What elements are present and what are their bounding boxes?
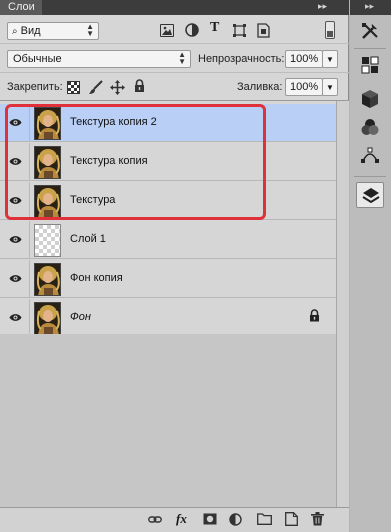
layer-name[interactable]: Текстура копия: [70, 155, 148, 167]
layer-thumbnail[interactable]: [34, 302, 61, 335]
visibility-eye-icon[interactable]: [0, 143, 30, 181]
lock-paint-icon[interactable]: [88, 80, 103, 98]
panel-dock-strip: ▸▸: [350, 0, 391, 532]
filter-row: ⌕ Вид ▲ ▼ T: [0, 16, 349, 44]
filter-kind-value: Вид: [20, 25, 41, 37]
image-filter-icon[interactable]: [160, 24, 174, 37]
link-layers-icon[interactable]: [148, 515, 162, 528]
adjustment-filter-icon[interactable]: [185, 23, 199, 40]
dock-top-bar: ▸▸: [350, 0, 391, 15]
visibility-eye-icon[interactable]: [0, 104, 30, 142]
visibility-eye-icon[interactable]: [0, 299, 30, 337]
panel-tab-bar: Слои ▸▸: [0, 0, 349, 15]
layer-name[interactable]: Фон: [70, 311, 91, 323]
visibility-eye-icon[interactable]: [0, 260, 30, 298]
new-group-icon[interactable]: [257, 513, 272, 528]
lock-move-icon[interactable]: [110, 80, 125, 98]
tab-layers[interactable]: Слои: [0, 0, 42, 15]
adjustment-layer-icon[interactable]: [229, 513, 243, 530]
layer-name[interactable]: Текстура: [70, 194, 115, 206]
lock-transparent-icon[interactable]: [67, 81, 80, 97]
lock-label: Закрепить:: [7, 81, 63, 93]
layer-list-scrollbar[interactable]: [336, 101, 349, 507]
layer-row[interactable]: Текстура копия: [0, 143, 336, 181]
select-updown-icon: ▲ ▼: [178, 50, 186, 66]
blend-row: Обычные ▲ ▼ Непрозрачность: 100% ▼: [0, 45, 349, 73]
visibility-eye-icon[interactable]: [0, 221, 30, 259]
shape-filter-icon[interactable]: [232, 23, 247, 41]
layer-row[interactable]: Слой 1: [0, 221, 336, 259]
fx-icon[interactable]: fx: [176, 511, 187, 527]
layer-row[interactable]: Текстура: [0, 182, 336, 220]
dock-separator: [354, 176, 386, 177]
delete-layer-icon[interactable]: [311, 512, 324, 529]
filter-toggle-switch[interactable]: [325, 21, 335, 39]
lock-row: Закрепить: Заливка: 100% ▼: [0, 74, 349, 101]
lock-all-icon[interactable]: [134, 79, 145, 96]
layers-panel: Слои ▸▸ ⌕ Вид ▲ ▼ T Обычные ▲ ▼ Непрозра…: [0, 0, 349, 532]
search-icon: ⌕: [12, 26, 18, 37]
fill-input[interactable]: 100%: [285, 78, 323, 96]
layer-name[interactable]: Фон копия: [70, 272, 123, 284]
filter-kind-select[interactable]: ⌕ Вид ▲ ▼: [7, 22, 99, 40]
layer-row[interactable]: Фон: [0, 299, 336, 337]
layer-thumbnail[interactable]: [34, 224, 61, 257]
opacity-label: Непрозрачность:: [198, 53, 285, 65]
layer-thumbnail[interactable]: [34, 107, 61, 140]
opacity-dropdown-button[interactable]: ▼: [322, 50, 338, 68]
paths-icon[interactable]: [356, 142, 384, 168]
opacity-input[interactable]: 100%: [285, 50, 323, 68]
select-updown-icon: ▲ ▼: [86, 22, 94, 38]
layers-panel-icon[interactable]: [356, 182, 384, 208]
collapse-panel-icon[interactable]: ▸▸: [318, 1, 327, 12]
dock-collapse-icon[interactable]: ▸▸: [365, 1, 374, 12]
layer-list-empty-area: [0, 334, 336, 507]
layer-row[interactable]: Фон копия: [0, 260, 336, 298]
type-filter-icon[interactable]: T: [210, 20, 219, 36]
smart-object-filter-icon[interactable]: [256, 23, 271, 41]
layer-thumbnail[interactable]: [34, 146, 61, 179]
tools-icon[interactable]: [356, 18, 384, 44]
visibility-eye-icon[interactable]: [0, 182, 30, 220]
fill-dropdown-button[interactable]: ▼: [322, 78, 338, 96]
add-mask-icon[interactable]: [203, 513, 217, 528]
layers-bottom-bar: fx: [0, 507, 349, 532]
new-layer-icon[interactable]: [285, 512, 298, 529]
fill-label: Заливка:: [237, 81, 283, 93]
swatches-icon[interactable]: [356, 52, 384, 78]
channels-icon[interactable]: [356, 114, 384, 140]
layer-thumbnail[interactable]: [34, 263, 61, 296]
blend-mode-value: Обычные: [13, 53, 62, 65]
layer-name[interactable]: Текстура копия 2: [70, 116, 157, 128]
layer-list: Текстура копия 2 Текстура копия Текстура Сл…: [0, 104, 336, 337]
layer-row[interactable]: Текстура копия 2: [0, 104, 336, 142]
3d-cube-icon[interactable]: [356, 86, 384, 112]
layer-lock-icon: [309, 309, 320, 325]
dock-separator: [354, 48, 386, 49]
layer-thumbnail[interactable]: [34, 185, 61, 218]
blend-mode-select[interactable]: Обычные ▲ ▼: [7, 50, 191, 68]
layer-name[interactable]: Слой 1: [70, 233, 106, 245]
